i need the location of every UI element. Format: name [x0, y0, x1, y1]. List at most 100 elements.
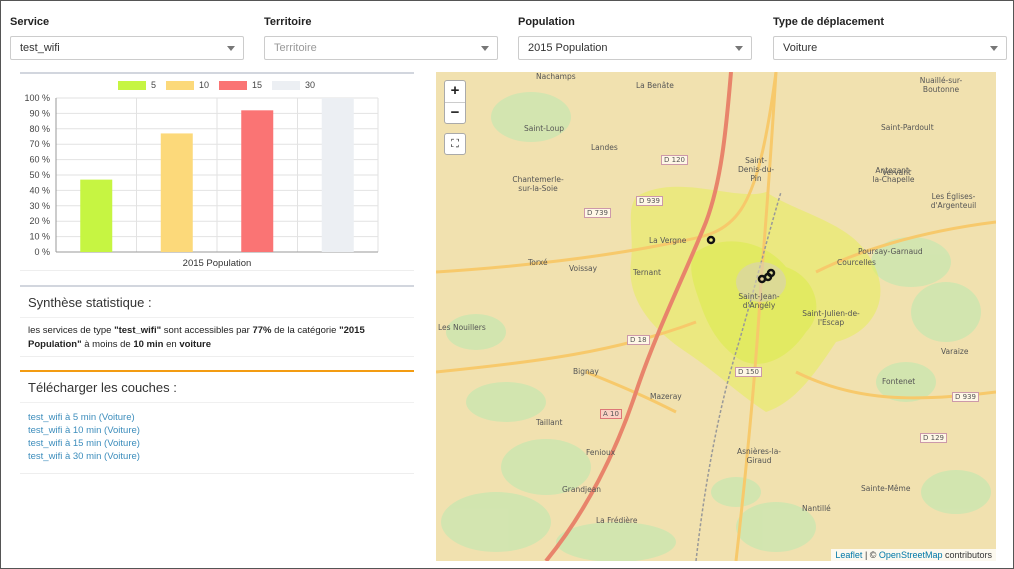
- chevron-down-icon: [735, 46, 743, 51]
- road-label: D 120: [661, 155, 688, 165]
- download-link-10min[interactable]: test_wifi à 10 min (Voiture): [28, 424, 406, 437]
- stats-service: "test_wifi": [114, 325, 162, 336]
- place-label: Varaize: [941, 347, 969, 356]
- y-tick-label: 10 %: [29, 232, 50, 242]
- transport-value: Voiture: [783, 42, 818, 54]
- y-tick-label: 50 %: [29, 170, 50, 180]
- place-label: La Vergne: [649, 236, 687, 245]
- transport-label: Type de déplacement: [773, 16, 885, 28]
- download-box: Télécharger les couches : test_wifi à 5 …: [20, 370, 414, 474]
- place-label: Poursay-Garnaud: [858, 247, 923, 256]
- download-title: Télécharger les couches :: [20, 372, 414, 403]
- transport-select[interactable]: Voiture: [773, 36, 1007, 60]
- road-label: A 10: [600, 409, 622, 419]
- stats-box: Synthèse statistique : les services de t…: [20, 285, 414, 357]
- service-value: test_wifi: [20, 42, 60, 54]
- stats-text-1: les services de type: [28, 325, 115, 336]
- chevron-down-icon: [990, 46, 998, 51]
- chart-legend: 5 10 15 30: [118, 80, 325, 90]
- population-select[interactable]: 2015 Population: [518, 36, 752, 60]
- legend-swatch: [166, 80, 195, 90]
- download-link-30min[interactable]: test_wifi à 30 min (Voiture): [28, 450, 406, 463]
- territoire-select[interactable]: Territoire: [264, 36, 498, 60]
- legend-label: 5: [151, 80, 157, 90]
- road-label: D 18: [627, 335, 650, 345]
- place-label: Bignay: [573, 367, 599, 376]
- chevron-down-icon: [227, 46, 235, 51]
- place-label: Saint-Loup: [524, 124, 564, 133]
- population-value: 2015 Population: [528, 42, 608, 54]
- y-tick-label: 90 %: [29, 108, 50, 118]
- legend-label: 10: [199, 80, 210, 90]
- stats-text-3: de la catégorie: [271, 325, 340, 336]
- zoom-out-button[interactable]: −: [445, 102, 465, 123]
- population-label: Population: [518, 16, 575, 28]
- bar-30: [321, 98, 354, 252]
- download-link-15min[interactable]: test_wifi à 15 min (Voiture): [28, 437, 406, 450]
- place-label: Nuaillé-sur-Boutonne: [919, 76, 963, 94]
- territoire-value: Territoire: [274, 42, 317, 54]
- service-select[interactable]: test_wifi: [10, 36, 244, 60]
- territoire-filter: Territoire Territoire: [264, 16, 498, 60]
- stats-percent: 77%: [252, 325, 272, 336]
- download-link-5min[interactable]: test_wifi à 5 min (Voiture): [28, 411, 406, 424]
- y-tick-label: 40 %: [29, 185, 50, 195]
- place-label: Les Églises-d'Argenteuil: [930, 192, 977, 210]
- road-label: D 739: [584, 208, 611, 218]
- legend-item[interactable]: 10: [166, 80, 209, 90]
- x-category-label: 2015 Population: [183, 258, 252, 269]
- attribution-separator: | ©: [862, 550, 879, 560]
- place-label: Saint-Denis-du-Pin: [737, 156, 775, 183]
- place-label: Les Nouillers: [438, 323, 486, 332]
- place-label: Courcelles: [837, 258, 876, 267]
- y-tick-label: 30 %: [29, 201, 50, 211]
- chart-box: 5 10 15 30 0 % 10 % 20 % 30 % 40 % 50 % 60 % 70 % 8…: [20, 72, 414, 271]
- stats-title: Synthèse statistique :: [20, 287, 414, 318]
- place-label: Nantillé: [802, 504, 831, 513]
- place-label: Asnières-la-Giraud: [736, 447, 782, 465]
- place-label: Fontenet: [882, 377, 916, 386]
- legend-label: 15: [252, 80, 263, 90]
- bar-10: [160, 133, 193, 252]
- osm-link[interactable]: OpenStreetMap: [879, 550, 943, 560]
- territoire-label: Territoire: [264, 16, 312, 28]
- stats-mode: voiture: [179, 339, 211, 350]
- legend-item[interactable]: 15: [219, 80, 262, 90]
- population-filter: Population 2015 Population: [518, 16, 752, 60]
- service-filter: Service test_wifi: [10, 16, 244, 60]
- y-tick-label: 20 %: [29, 216, 50, 226]
- zoom-in-button[interactable]: +: [445, 81, 465, 102]
- legend-swatch: [118, 80, 146, 90]
- legend-item[interactable]: 5: [118, 80, 156, 90]
- legend-item[interactable]: 30: [272, 80, 315, 90]
- y-tick-label: 100 %: [24, 93, 50, 103]
- y-tick-label: 60 %: [29, 155, 50, 165]
- y-tick-label: 70 %: [29, 139, 50, 149]
- attribution-tail: contributors: [942, 550, 992, 560]
- place-label: Ternant: [633, 268, 661, 277]
- place-label: Saint-Jean-d'Angély: [738, 292, 780, 310]
- place-label: Vervant: [882, 168, 911, 177]
- stats-text-4: à moins de: [81, 339, 134, 350]
- stats-duration: 10 min: [133, 339, 164, 350]
- bar-chart: 0 % 10 % 20 % 30 % 40 % 50 % 60 % 70 % 80 % 90 % 1…: [24, 93, 379, 269]
- legend-swatch: [219, 80, 248, 90]
- place-label: Torxé: [528, 258, 548, 267]
- fullscreen-icon[interactable]: ⛶: [444, 133, 466, 155]
- leaflet-link[interactable]: Leaflet: [835, 550, 862, 560]
- map-attribution: Leaflet | © OpenStreetMap contributors: [831, 549, 996, 561]
- bar-15: [241, 110, 274, 252]
- legend-label: 30: [305, 80, 316, 90]
- road-label: D 939: [636, 196, 663, 206]
- place-label: Fenioux: [586, 448, 616, 457]
- map[interactable]: Nachamps La Benâte Nuaillé-sur-Boutonne …: [436, 72, 996, 561]
- place-label: Mazeray: [650, 392, 682, 401]
- place-label: La Benâte: [636, 81, 674, 90]
- stats-text-2: sont accessibles par: [161, 325, 253, 336]
- service-label: Service: [10, 16, 50, 28]
- transport-filter: Type de déplacement Voiture: [773, 16, 1007, 60]
- road-label: D 150: [735, 367, 762, 377]
- place-label: Nachamps: [536, 72, 576, 81]
- road-label: D 129: [920, 433, 947, 443]
- y-tick-label: 80 %: [29, 124, 50, 134]
